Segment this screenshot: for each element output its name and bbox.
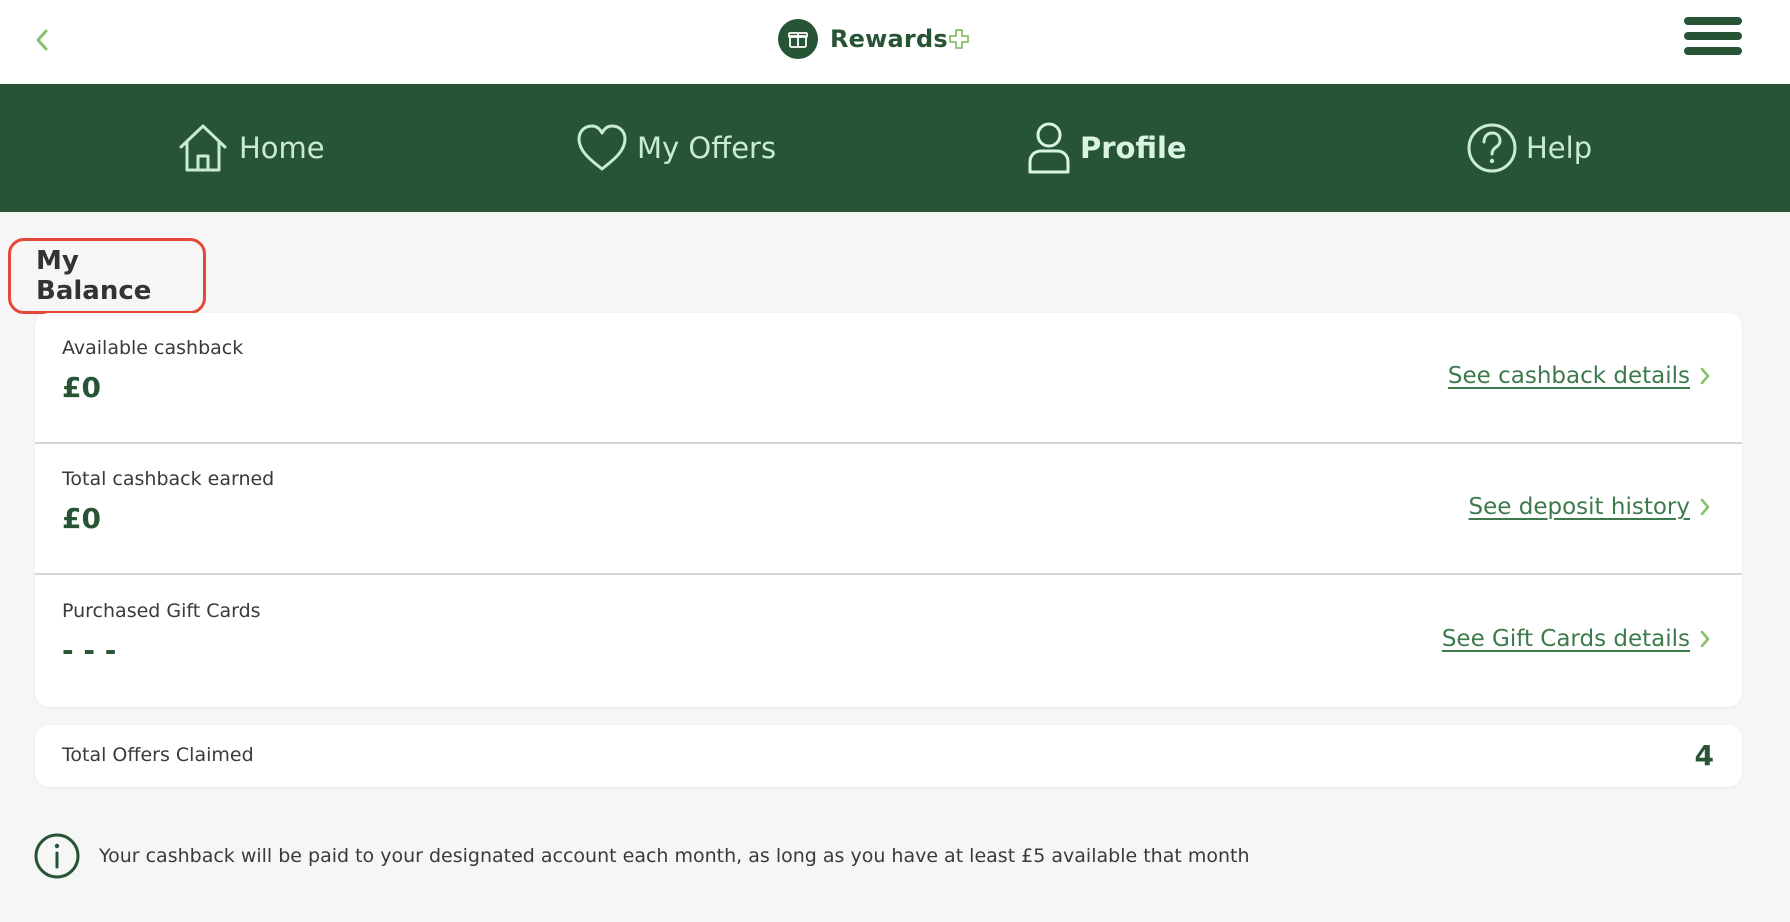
offers-claimed-value: 4 [1694,739,1714,772]
brand-name: Rewards [830,25,948,53]
back-button[interactable] [28,22,56,58]
top-bar: Rewards [0,0,1790,84]
gift-icon [778,19,818,59]
row-value: - - - [62,634,117,667]
balance-row-total-cashback: Total cashback earned £0 See deposit his… [35,444,1742,575]
nav-home-label: Home [239,131,325,165]
chevron-right-icon [1700,367,1710,385]
see-gift-cards-details-link[interactable]: See Gift Cards details [1442,626,1710,652]
balance-card: Available cashback £0 See cashback detai… [35,313,1742,707]
balance-row-gift-cards: Purchased Gift Cards - - - See Gift Card… [35,576,1742,707]
nav-my-offers-label: My Offers [637,131,777,165]
info-text: Your cashback will be paid to your desig… [99,845,1250,867]
info-circle-icon [34,833,80,879]
row-label: Total cashback earned [62,468,275,490]
section-title-my-balance: My Balance [8,238,206,314]
chevron-right-icon [1700,630,1710,648]
offers-claimed-card: Total Offers Claimed 4 [35,725,1742,787]
chevron-right-icon [1700,498,1710,516]
offers-claimed-label: Total Offers Claimed [62,744,254,766]
row-value: £0 [62,371,101,404]
help-icon [1467,123,1517,173]
see-cashback-details-link[interactable]: See cashback details [1448,363,1710,389]
brand-logo: Rewards [778,18,970,60]
row-label: Available cashback [62,337,244,359]
see-deposit-history-link[interactable]: See deposit history [1469,494,1710,520]
plus-outline-icon [948,29,969,49]
nav-profile-label: Profile [1080,131,1187,165]
cashback-info-note: Your cashback will be paid to your desig… [33,830,1250,882]
nav-home[interactable]: Home [175,84,325,212]
heart-icon [577,124,627,171]
hamburger-menu-icon [1684,17,1742,25]
home-icon [179,124,227,172]
main-nav: Home My Offers Profile Help [0,84,1790,212]
nav-my-offers[interactable]: My Offers [575,84,776,212]
balance-row-available-cashback: Available cashback £0 See cashback detai… [35,313,1742,444]
user-icon [1028,122,1070,174]
nav-profile[interactable]: Profile [1026,84,1187,212]
row-value: £0 [62,502,101,535]
chevron-left-icon [36,29,48,51]
hamburger-menu-button[interactable] [1684,17,1742,59]
row-label: Purchased Gift Cards [62,600,261,622]
nav-help-label: Help [1526,131,1593,165]
nav-help[interactable]: Help [1466,84,1592,212]
